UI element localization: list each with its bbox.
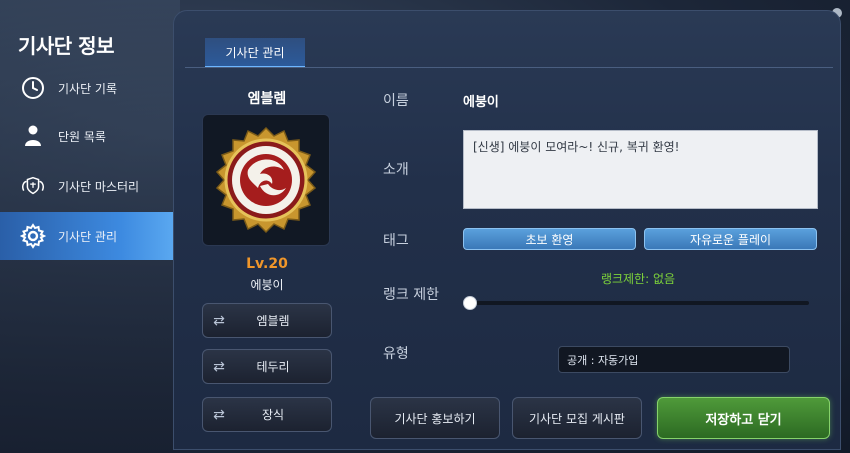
tag-beginner-welcome[interactable]: 초보 환영 [463, 228, 636, 250]
tag-free-play[interactable]: 자유로운 플레이 [644, 228, 817, 250]
type-select[interactable]: 공개 : 자동가입 [558, 346, 790, 373]
type-label: 유형 [383, 346, 409, 362]
sidebar-item-record[interactable]: 기사단 기록 [0, 65, 173, 111]
refresh-icon: ⇄ [213, 406, 225, 423]
name-label: 이름 [383, 93, 409, 109]
sidebar-item-label: 기사단 기록 [58, 81, 118, 96]
sidebar-item-label: 기사단 마스터리 [58, 179, 140, 194]
sidebar-item-management[interactable]: 기사단 관리 [0, 212, 173, 260]
clock-icon [20, 75, 46, 101]
refresh-icon: ⇄ [213, 358, 225, 375]
shield-wings-icon [20, 173, 46, 199]
sidebar-item-label: 단원 목록 [58, 129, 106, 144]
intro-field[interactable]: [신생] 에붕이 모여라~! 신규, 복귀 환영! [463, 130, 818, 209]
page-title: 기사단 정보 [18, 34, 114, 58]
refresh-icon: ⇄ [213, 312, 225, 329]
sidebar-item-label: 기사단 관리 [58, 229, 118, 244]
sidebar-item-mastery[interactable]: 기사단 마스터리 [0, 163, 173, 209]
emblem-change-button[interactable]: ⇄ 엠블렘 [202, 303, 332, 338]
tag-label: 태그 [383, 233, 409, 249]
emblem-image [215, 126, 317, 234]
intro-label: 소개 [383, 162, 409, 178]
guild-name-value: 에붕이 [463, 95, 499, 110]
save-and-close-button[interactable]: 저장하고 닫기 [657, 397, 830, 439]
decoration-change-button[interactable]: ⇄ 장식 [202, 397, 332, 432]
guild-level: Lv.20 [246, 256, 288, 272]
sidebar-item-members[interactable]: 단원 목록 [0, 113, 173, 159]
emblem-title: 엠블렘 [247, 91, 287, 107]
rank-limit-text: 랭크제한: 없음 [600, 272, 676, 286]
border-change-button[interactable]: ⇄ 테두리 [202, 349, 332, 384]
guild-name-label: 에붕이 [250, 278, 284, 292]
rank-limit-label: 랭크 제한 [383, 287, 439, 303]
tab-divider [185, 67, 833, 68]
promote-button[interactable]: 기사단 홍보하기 [370, 397, 500, 439]
rank-slider-handle[interactable] [463, 296, 477, 310]
recruit-board-button[interactable]: 기사단 모집 게시판 [512, 397, 642, 439]
rank-slider-track[interactable] [469, 301, 809, 305]
person-icon [20, 123, 46, 149]
emblem-preview [202, 114, 330, 246]
gear-icon [20, 223, 46, 249]
tab-management[interactable]: 기사단 관리 [205, 38, 305, 68]
